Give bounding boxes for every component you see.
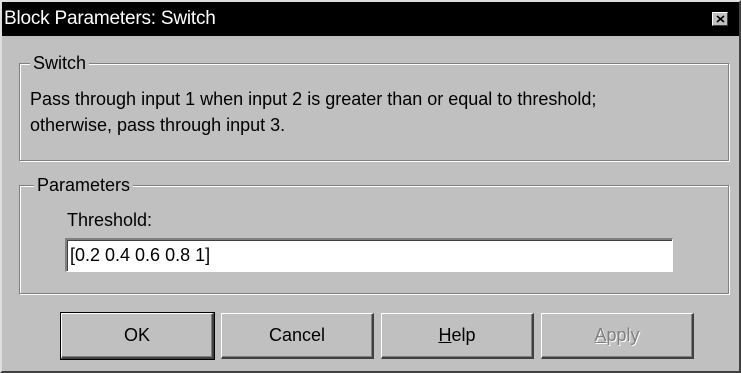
description-line-1: Pass through input 1 when input 2 is gre… — [30, 89, 597, 109]
switch-groupbox: Switch Pass through input 1 when input 2… — [19, 52, 729, 161]
block-parameters-dialog: Block Parameters: Switch Switch Pass thr… — [0, 0, 741, 373]
description-line-2: otherwise, pass through input 3. — [30, 115, 286, 135]
parameters-group-legend: Parameters — [34, 174, 134, 196]
parameters-groupbox: Parameters Threshold: — [19, 174, 729, 294]
window-title: Block Parameters: Switch — [4, 8, 216, 29]
ok-button-label: OK — [123, 325, 150, 345]
block-description: Pass through input 1 when input 2 is gre… — [30, 86, 596, 138]
cancel-button[interactable]: Cancel — [221, 313, 374, 359]
help-accelerator: H — [438, 325, 452, 345]
apply-label-rest: pply — [606, 325, 640, 345]
apply-accelerator: A — [594, 325, 607, 345]
title-bar[interactable]: Block Parameters: Switch — [2, 2, 739, 36]
threshold-label: Threshold: — [67, 210, 153, 230]
close-icon — [716, 15, 725, 23]
close-button[interactable] — [712, 12, 728, 26]
cancel-button-label: Cancel — [268, 325, 326, 345]
help-button[interactable]: Help — [381, 313, 534, 359]
ok-button[interactable]: OK — [60, 312, 215, 360]
help-button-label: Help — [438, 325, 475, 346]
threshold-input[interactable] — [65, 238, 673, 272]
switch-group-legend: Switch — [30, 52, 90, 74]
apply-button-label: Apply — [594, 325, 639, 346]
help-label-rest: elp — [451, 325, 476, 345]
apply-button[interactable]: Apply — [541, 313, 694, 359]
